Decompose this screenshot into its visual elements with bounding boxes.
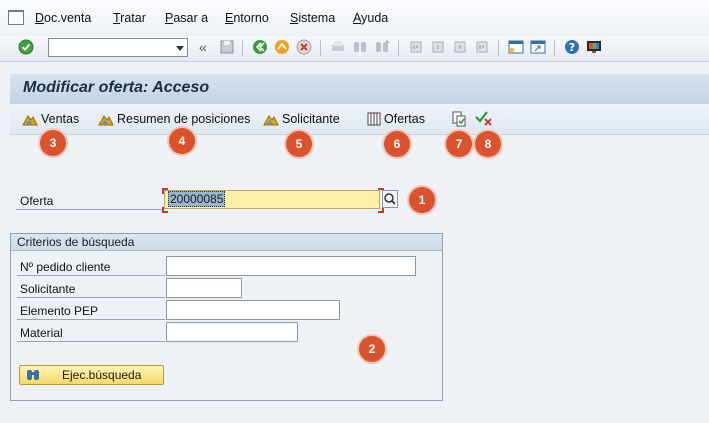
- binoculars-icon: [27, 370, 39, 380]
- annotation-badge-8: 8: [475, 131, 501, 157]
- solicitante-button[interactable]: Solicitante: [263, 110, 340, 128]
- customer-po-label: Nº pedido cliente: [20, 260, 111, 274]
- sap-window-icon[interactable]: [8, 10, 24, 25]
- annotation-badge-1: 1: [409, 187, 435, 213]
- menu-entorno[interactable]: Entorno: [225, 11, 269, 25]
- menu-doc-venta[interactable]: Doc.venta: [35, 11, 91, 25]
- previous-page-icon[interactable]: [430, 39, 446, 55]
- annotation-badge-4: 4: [169, 128, 195, 154]
- shortcut-icon[interactable]: [530, 39, 546, 55]
- system-toolbar: « ?: [0, 36, 709, 62]
- search-criteria-group: Criterios de búsqueda Nº pedido cliente …: [10, 233, 443, 401]
- group-title: Criterios de búsqueda: [11, 234, 442, 251]
- annotation-badge-6: 6: [384, 131, 410, 157]
- oferta-label: Oferta: [20, 194, 54, 208]
- annotation-badge-3: 3: [40, 130, 66, 156]
- annotation-badge-5: 5: [286, 131, 312, 157]
- screen-title-bar: Modificar oferta: Acceso: [10, 74, 709, 104]
- menu-tratar[interactable]: Tratar: [113, 11, 146, 25]
- material-field[interactable]: [166, 322, 298, 342]
- annotation-badge-2: 2: [359, 336, 385, 362]
- svg-text:?: ?: [569, 41, 575, 54]
- menu-pasar-a[interactable]: Pasar a: [165, 11, 208, 25]
- annotation-badge-7: 7: [446, 131, 472, 157]
- ventas-button[interactable]: Ventas: [22, 110, 79, 128]
- resumen-posiciones-button[interactable]: Resumen de posiciones: [98, 110, 250, 128]
- search-icon: [384, 193, 396, 205]
- exit-icon[interactable]: [274, 39, 290, 55]
- next-page-icon[interactable]: [452, 39, 468, 55]
- material-label: Material: [20, 326, 63, 340]
- enter-check-icon[interactable]: [18, 39, 34, 55]
- new-session-icon[interactable]: [508, 39, 524, 55]
- document-flow-icon[interactable]: [451, 111, 467, 127]
- wbs-element-field[interactable]: [166, 300, 340, 320]
- list-icon: [367, 112, 381, 126]
- mountain-icon: [263, 115, 279, 126]
- history-back-icon[interactable]: «: [199, 39, 207, 55]
- execute-search-button[interactable]: Ejec.búsqueda: [19, 365, 164, 385]
- application-toolbar: Ventas Resumen de posiciones Solicitante…: [10, 104, 709, 135]
- chevron-down-icon[interactable]: [176, 46, 184, 51]
- menu-sistema[interactable]: Sistema: [290, 11, 335, 25]
- find-next-icon[interactable]: [374, 39, 390, 55]
- ofertas-button[interactable]: Ofertas: [367, 110, 425, 128]
- back-icon[interactable]: [252, 39, 268, 55]
- first-page-icon[interactable]: [408, 39, 424, 55]
- cancel-icon[interactable]: [296, 39, 312, 55]
- check-cancel-icon[interactable]: [475, 110, 493, 126]
- mountain-icon: [98, 115, 114, 126]
- wbs-element-label: Elemento PEP: [20, 304, 99, 318]
- customer-po-field[interactable]: [166, 256, 416, 276]
- mountain-icon: [22, 115, 38, 126]
- find-icon[interactable]: [352, 39, 368, 55]
- oferta-input[interactable]: 20000085: [164, 190, 380, 209]
- command-field[interactable]: [48, 38, 188, 57]
- customize-layout-icon[interactable]: [586, 39, 602, 55]
- solicitante-label: Solicitante: [20, 282, 76, 296]
- help-icon[interactable]: ?: [564, 39, 580, 55]
- search-help-button[interactable]: [382, 190, 398, 208]
- save-icon[interactable]: [219, 39, 235, 55]
- page-title: Modificar oferta: Acceso: [23, 79, 210, 96]
- menu-bar: Doc.venta Tratar Pasar a Entorno Sistema…: [0, 0, 709, 36]
- print-icon[interactable]: [330, 39, 346, 55]
- solicitante-field[interactable]: [166, 278, 242, 298]
- menu-ayuda[interactable]: Ayuda: [353, 11, 388, 25]
- last-page-icon[interactable]: [474, 39, 490, 55]
